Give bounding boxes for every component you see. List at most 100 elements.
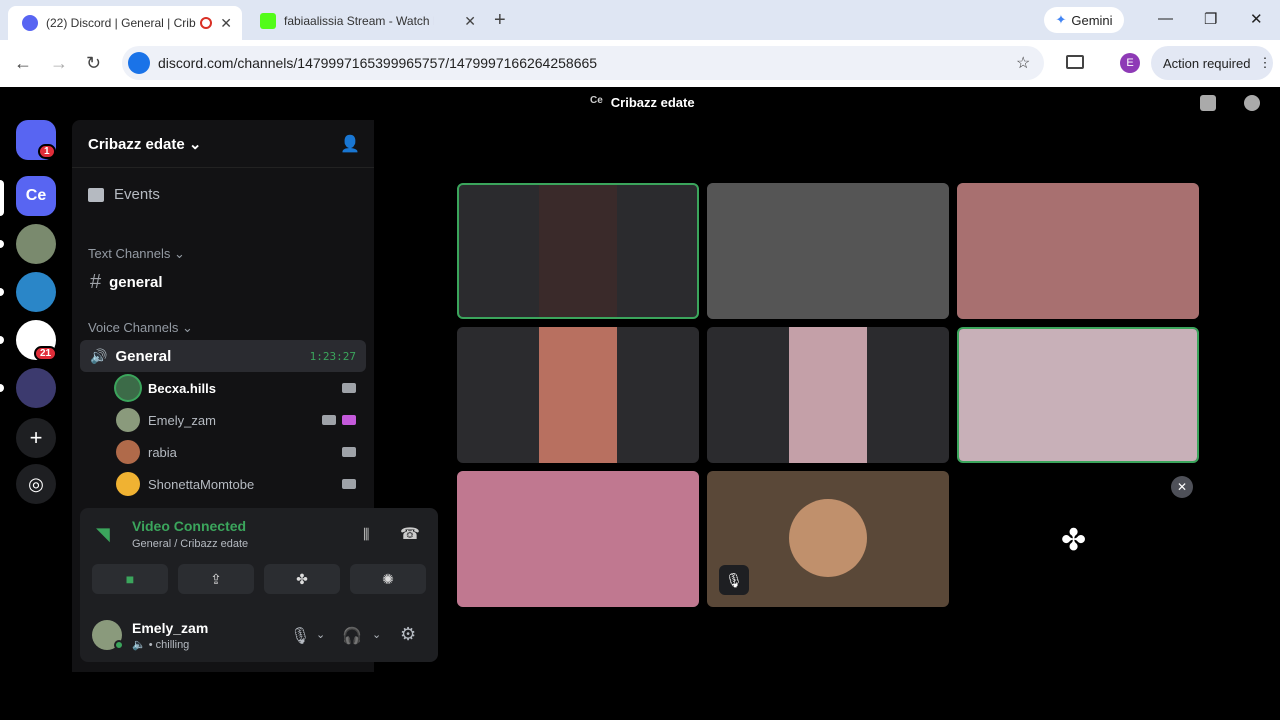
url-bar[interactable]: discord.com/channels/1479997165399965757… <box>122 46 1044 80</box>
unread-pill <box>0 336 4 344</box>
unread-pill <box>0 384 4 392</box>
tab-title: (22) Discord | General | Crib <box>46 16 196 30</box>
discover-icon[interactable]: ◎ <box>16 464 56 504</box>
events-item[interactable]: Events <box>88 186 160 203</box>
speaker-icon: 🔊 <box>90 347 108 364</box>
profile-avatar[interactable]: E <box>1120 53 1140 73</box>
camera-icon <box>322 415 336 425</box>
recording-icon <box>200 17 212 29</box>
more-vert-icon: ⋮ <box>1258 55 1272 70</box>
avatar <box>116 376 140 400</box>
action-required-button[interactable]: Action required ⋮ <box>1151 46 1273 80</box>
soundboard-icon: ✺ <box>382 570 394 587</box>
add-server-icon[interactable]: + <box>16 418 56 458</box>
gemini-button[interactable]: ✦ Gemini <box>1044 7 1124 33</box>
selected-pill <box>0 180 4 216</box>
voice-channels-category[interactable]: Voice Channels ⌄ <box>88 320 193 336</box>
camera-icon <box>342 479 356 489</box>
chevron-down-icon[interactable]: ⌄ <box>372 628 381 641</box>
video-tile[interactable] <box>957 183 1199 319</box>
user-avatar <box>789 499 867 577</box>
channel-sidebar: Cribazz edate ⌄ 👤 Events Text Channels ⌄… <box>72 120 438 672</box>
voice-user[interactable]: ShonettaMomtobe <box>116 471 254 497</box>
help-icon[interactable] <box>1244 95 1260 111</box>
video-feed <box>457 471 699 607</box>
video-tile[interactable] <box>457 327 699 463</box>
camera-icon <box>342 383 356 393</box>
inbox-icon[interactable] <box>1200 95 1216 111</box>
connection-location[interactable]: General / Cribazz edate <box>132 538 248 550</box>
video-tile[interactable] <box>457 183 699 319</box>
video-feed <box>539 327 617 463</box>
new-tab-icon[interactable]: + <box>494 9 506 32</box>
channel-general-text[interactable]: # general <box>80 266 366 298</box>
close-activity-button[interactable]: ✕ <box>1171 476 1193 498</box>
invite-people-icon[interactable]: 👤 <box>340 134 360 154</box>
channel-general-voice[interactable]: 🔊 General 1:23:27 <box>80 340 366 372</box>
restore-icon[interactable]: ❐ <box>1204 10 1217 28</box>
screen-share-button[interactable]: ⇪ <box>178 564 254 594</box>
noise-suppression-icon[interactable]: ⫼ <box>363 526 369 543</box>
tab-discord[interactable]: (22) Discord | General | Crib ✕ <box>8 6 242 40</box>
server-icon-cribazz[interactable]: Ce <box>16 176 56 216</box>
server-icon[interactable] <box>16 272 56 312</box>
tab-title: fabiaalissia Stream - Watch Live <box>284 14 434 28</box>
video-feed <box>539 185 617 317</box>
discord-title-bar: Ce Cribazz edate <box>0 87 1280 120</box>
tab-kick-stream[interactable]: fabiaalissia Stream - Watch Live ✕ <box>246 6 486 36</box>
cast-icon[interactable] <box>1066 55 1084 69</box>
soundboard-button[interactable]: ✺ <box>350 564 426 594</box>
video-feed <box>789 327 867 463</box>
url-text: discord.com/channels/1479997165399965757… <box>158 55 598 71</box>
video-tile-avatar[interactable]: 🎙 <box>707 471 949 607</box>
video-tile[interactable] <box>707 327 949 463</box>
activity-tile[interactable]: ✤ <box>957 471 1199 607</box>
close-tab-icon[interactable]: ✕ <box>220 15 232 32</box>
server-list: 1 Ce 21 + ◎ <box>0 120 72 672</box>
camera-button[interactable]: ■ <box>92 564 168 594</box>
video-tile[interactable] <box>457 471 699 607</box>
chevron-down-icon[interactable]: ⌄ <box>316 628 325 641</box>
gemini-sparkle-icon: ✦ <box>1055 12 1067 27</box>
bookmark-star-icon[interactable]: ☆ <box>1016 53 1030 73</box>
microphone-icon[interactable]: 🎙 <box>290 626 310 646</box>
activities-icon: ✤ <box>1061 524 1087 557</box>
voice-user[interactable]: Emely_zam <box>116 407 216 433</box>
screen-share-icon: ⇪ <box>210 570 222 587</box>
minimize-icon[interactable]: — <box>1158 10 1173 27</box>
headphones-icon[interactable]: 🎧 <box>342 626 362 646</box>
activity-icon <box>342 415 356 425</box>
server-icon[interactable] <box>16 224 56 264</box>
kick-favicon-icon <box>260 13 276 29</box>
voice-connection-panel: ◥ Video Connected General / Cribazz edat… <box>80 508 438 662</box>
voice-user[interactable]: Becxa.hills <box>116 375 216 401</box>
browser-tab-bar: (22) Discord | General | Crib ✕ fabiaali… <box>0 0 1280 40</box>
settings-gear-icon[interactable]: ⚙ <box>400 624 416 645</box>
signal-icon[interactable]: ◥ <box>96 524 110 545</box>
video-camera-icon: ■ <box>125 571 135 587</box>
server-name: Cribazz edate ⌄ <box>88 136 202 153</box>
site-info-icon[interactable] <box>128 52 150 74</box>
video-tile[interactable] <box>707 183 949 319</box>
forward-icon[interactable]: → <box>50 53 68 74</box>
server-title: Ce Cribazz edate <box>590 95 695 110</box>
video-feed <box>707 183 949 319</box>
close-tab-icon[interactable]: ✕ <box>464 13 476 30</box>
voice-user[interactable]: rabia <box>116 439 177 465</box>
server-header[interactable]: Cribazz edate ⌄ 👤 <box>72 120 374 168</box>
text-channels-category[interactable]: Text Channels ⌄ <box>88 246 185 262</box>
disconnect-icon[interactable]: ☎ <box>400 524 420 544</box>
muted-mic-icon: 🎙 <box>719 565 749 595</box>
avatar <box>116 408 140 432</box>
video-feed <box>959 329 1197 461</box>
online-status-icon <box>114 640 124 650</box>
video-tile[interactable] <box>957 327 1199 463</box>
back-icon[interactable]: ← <box>14 53 32 74</box>
activities-button[interactable]: ✤ <box>264 564 340 594</box>
reload-icon[interactable]: ↻ <box>86 53 101 74</box>
close-window-icon[interactable]: ✕ <box>1250 10 1263 28</box>
calendar-icon <box>88 187 104 202</box>
server-icon[interactable] <box>16 368 56 408</box>
video-feed <box>957 183 1199 319</box>
unread-pill <box>0 240 4 248</box>
